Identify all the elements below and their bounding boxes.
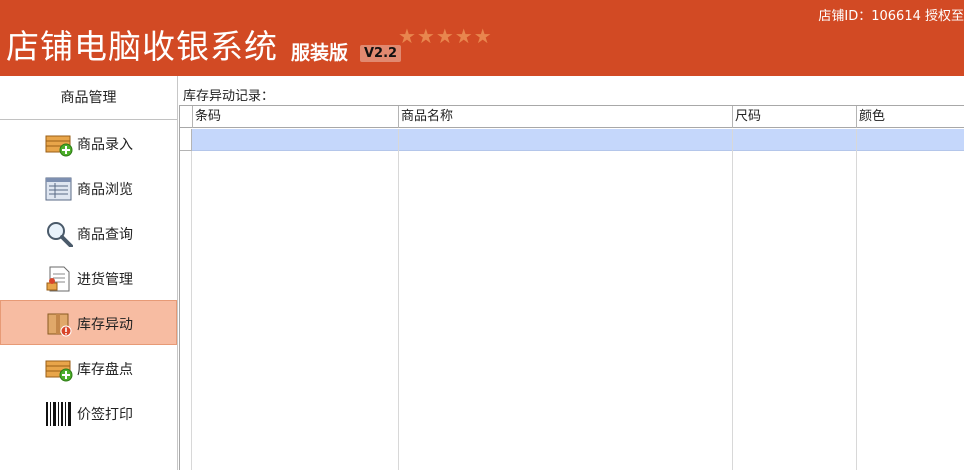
column-divider [856,129,857,470]
rating-stars-icon: ★★★★★ [398,24,493,48]
barcode-icon [45,401,73,427]
box-add-icon [45,131,73,157]
column-divider [398,129,399,470]
column-header-product-name[interactable]: 商品名称 [398,106,732,128]
column-header-size[interactable]: 尺码 [732,106,856,128]
sidebar-item-label: 库存异动 [77,317,133,333]
row-header-strip [180,151,192,470]
inventory-change-grid[interactable]: 条码 商品名称 尺码 颜色 [179,105,964,470]
package-alert-icon [45,311,73,337]
sidebar-item-product-search[interactable]: 商品查询 [0,210,177,255]
magnifier-icon [45,221,73,248]
column-header-color[interactable]: 颜色 [856,106,964,128]
sidebar-menu: 商品录入 商品浏览 商品查询 进货管理 库存异动 库存盘点 价签打印 [0,120,177,435]
sidebar-item-stocktaking[interactable]: 库存盘点 [0,345,177,390]
sidebar-item-label: 库存盘点 [77,362,133,378]
app-header: 店铺电脑收银系统 服装版 ★★★★★ V2.2 店铺ID：106614 授权至 [0,0,964,76]
sidebar-item-label: 商品查询 [77,227,133,243]
main-panel: 库存异动记录： 条码 商品名称 尺码 颜色 [179,76,964,470]
row-header-corner [180,106,192,128]
edition-label: 服装版 [291,42,349,64]
store-info: 店铺ID：106614 授权至 [818,9,964,24]
sidebar-item-label: 进货管理 [77,272,133,288]
document-stamp-icon [45,266,73,292]
sidebar-item-product-entry[interactable]: 商品录入 [0,120,177,165]
sidebar-item-label: 商品浏览 [77,182,133,198]
sidebar-item-purchase-management[interactable]: 进货管理 [0,255,177,300]
section-title: 库存异动记录： [183,89,275,104]
table-row[interactable] [192,129,964,151]
list-view-icon [45,176,73,202]
sidebar-heading[interactable]: 商品管理 [0,76,177,120]
sidebar-item-product-browse[interactable]: 商品浏览 [0,165,177,210]
sidebar-item-price-tag-print[interactable]: 价签打印 [0,390,177,435]
grid-header: 条码 商品名称 尺码 颜色 [180,106,964,128]
sidebar-item-label: 价签打印 [77,407,133,423]
sidebar-item-inventory-change[interactable]: 库存异动 [0,300,177,345]
row-indicator[interactable] [180,129,192,151]
column-divider [732,129,733,470]
sidebar-item-label: 商品录入 [77,137,133,153]
app-title: 店铺电脑收银系统 [6,27,278,66]
column-header-barcode[interactable]: 条码 [192,106,398,128]
sidebar: 商品管理 商品录入 商品浏览 商品查询 进货管理 库存异动 库存盘点 价签打印 [0,76,178,470]
version-badge: V2.2 [360,45,402,62]
box-add-icon [45,356,73,382]
